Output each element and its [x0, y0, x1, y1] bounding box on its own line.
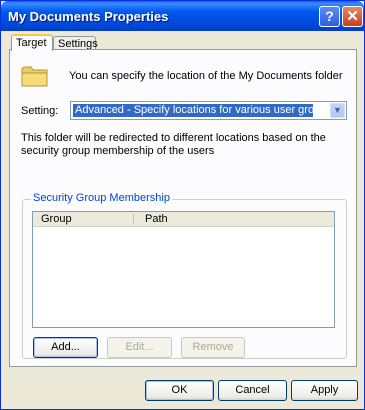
tab-target[interactable]: Target [11, 34, 53, 51]
remove-button[interactable]: Remove [181, 337, 245, 358]
list-header: Group Path [33, 212, 334, 227]
column-header-group[interactable]: Group [41, 212, 72, 226]
add-button[interactable]: Add... [33, 337, 98, 358]
title-bar[interactable]: My Documents Properties ? ✕ [1, 1, 364, 31]
description-text: This folder will be redirected to differ… [21, 132, 326, 157]
ok-button[interactable]: OK [145, 380, 214, 401]
edit-button[interactable]: Edit... [107, 337, 172, 358]
group-box-title: Security Group Membership [31, 192, 172, 204]
cancel-button[interactable]: Cancel [218, 380, 287, 401]
setting-dropdown[interactable]: Advanced - Specify locations for various… [70, 101, 347, 120]
properties-dialog: My Documents Properties ? ✕ Target Setti… [0, 0, 365, 410]
column-header-path[interactable]: Path [145, 212, 168, 226]
column-divider[interactable] [133, 214, 134, 224]
folder-icon [21, 66, 48, 87]
group-path-list[interactable]: Group Path [32, 211, 335, 328]
setting-selected-value: Advanced - Specify locations for various… [73, 104, 313, 117]
help-button[interactable]: ? [319, 6, 340, 27]
window-title: My Documents Properties [8, 9, 169, 24]
setting-label: Setting: [21, 105, 59, 117]
apply-button[interactable]: Apply [291, 380, 358, 401]
close-button[interactable]: ✕ [342, 6, 363, 27]
chevron-down-icon[interactable]: ▼ [330, 103, 345, 118]
intro-text: You can specify the location of the My D… [69, 70, 343, 82]
